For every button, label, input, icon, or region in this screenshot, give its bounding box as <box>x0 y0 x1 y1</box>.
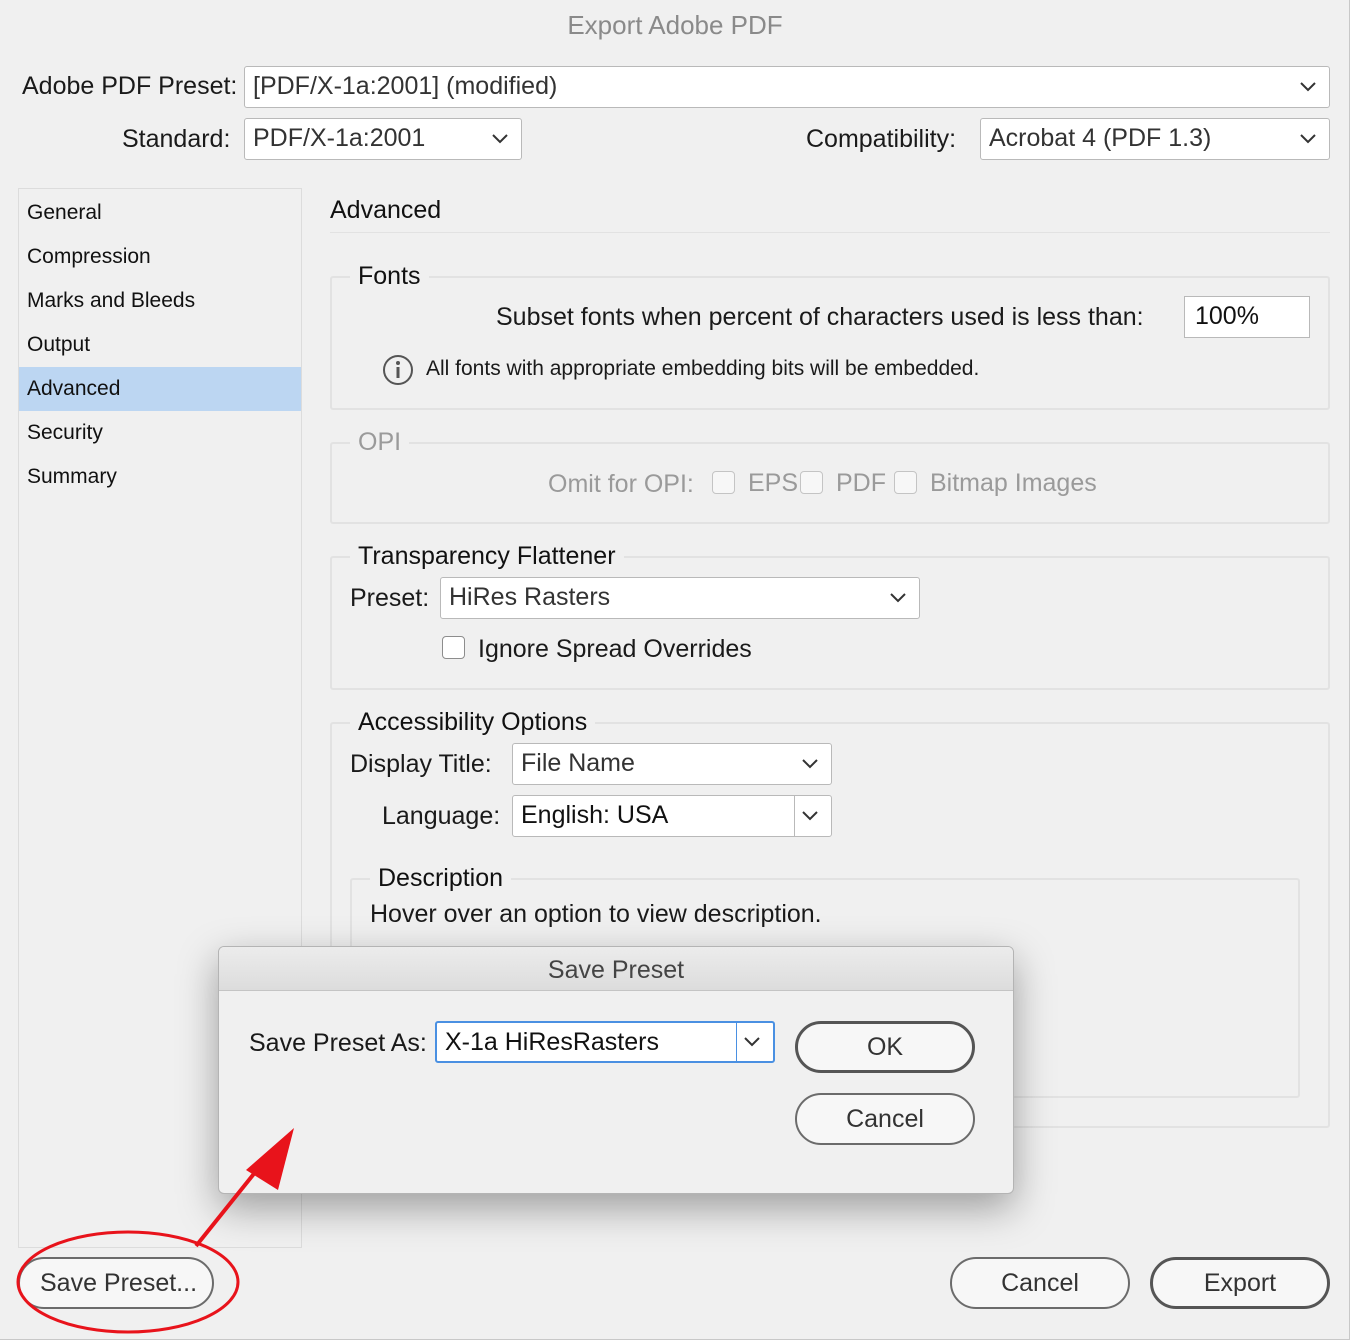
language-combobox[interactable]: English: USA <box>512 795 832 837</box>
chevron-down-icon <box>1297 67 1319 107</box>
modal-cancel-button[interactable]: Cancel <box>795 1093 975 1145</box>
save-preset-modal: Save Preset Save Preset As: X-1a HiResRa… <box>218 946 1014 1194</box>
standard-select-value: PDF/X-1a:2001 <box>253 124 426 152</box>
omit-for-opi-label: Omit for OPI: <box>548 470 694 498</box>
compatibility-select[interactable]: Acrobat 4 (PDF 1.3) <box>980 118 1330 160</box>
preset-select[interactable]: [PDF/X-1a:2001] (modified) <box>244 66 1330 108</box>
language-value: English: USA <box>521 801 669 829</box>
export-button[interactable]: Export <box>1150 1257 1330 1309</box>
save-preset-button[interactable]: Save Preset... <box>18 1257 214 1309</box>
display-title-label: Display Title: <box>350 750 492 778</box>
combobox-divider <box>736 1023 737 1061</box>
chevron-down-icon <box>489 119 511 159</box>
opi-legend: OPI <box>350 427 410 457</box>
preset-label: Adobe PDF Preset: <box>22 72 238 100</box>
opi-group <box>330 442 1330 524</box>
fonts-legend: Fonts <box>350 261 429 291</box>
bitmap-images-label: Bitmap Images <box>930 469 1097 497</box>
language-label: Language: <box>382 802 501 830</box>
compatibility-label: Compatibility: <box>806 125 957 153</box>
flattener-preset-value: HiRes Rasters <box>449 583 611 611</box>
chevron-down-icon <box>799 744 821 784</box>
ok-button[interactable]: OK <box>795 1021 975 1073</box>
chevron-down-icon <box>1297 119 1319 159</box>
pdf-checkbox[interactable] <box>800 471 823 494</box>
description-text: Hover over an option to view description… <box>370 900 822 928</box>
save-preset-as-value: X-1a HiResRasters <box>445 1028 659 1056</box>
bitmap-images-checkbox[interactable] <box>894 471 917 494</box>
ignore-spread-overrides-checkbox[interactable] <box>442 636 465 659</box>
window-title: Export Adobe PDF <box>567 10 783 40</box>
sidebar-item-marks-and-bleeds[interactable]: Marks and Bleeds <box>19 279 301 323</box>
flattener-legend: Transparency Flattener <box>350 541 624 571</box>
compatibility-select-value: Acrobat 4 (PDF 1.3) <box>989 124 1212 152</box>
sidebar-item-general[interactable]: General <box>19 191 301 235</box>
display-title-value: File Name <box>521 749 635 777</box>
save-preset-as-combobox[interactable]: X-1a HiResRasters <box>435 1021 775 1063</box>
description-legend: Description <box>370 863 512 893</box>
flattener-preset-label: Preset: <box>350 584 430 612</box>
sidebar-item-security[interactable]: Security <box>19 411 301 455</box>
standard-select[interactable]: PDF/X-1a:2001 <box>244 118 522 160</box>
sidebar-item-compression[interactable]: Compression <box>19 235 301 279</box>
sidebar-item-output[interactable]: Output <box>19 323 301 367</box>
accessibility-legend: Accessibility Options <box>350 707 596 737</box>
chevron-down-icon[interactable] <box>799 796 821 836</box>
chevron-down-icon <box>887 578 909 618</box>
pdf-label: PDF <box>836 469 886 497</box>
sidebar-item-advanced[interactable]: Advanced <box>19 367 301 411</box>
info-text: All fonts with appropriate embedding bit… <box>426 357 980 380</box>
panel-title: Advanced <box>330 196 442 224</box>
panel-divider <box>330 232 1330 233</box>
info-icon <box>383 355 413 385</box>
fonts-group <box>330 276 1330 410</box>
chevron-down-icon[interactable] <box>741 1023 763 1061</box>
cancel-button[interactable]: Cancel <box>950 1257 1130 1309</box>
sidebar-item-summary[interactable]: Summary <box>19 455 301 499</box>
eps-checkbox[interactable] <box>712 471 735 494</box>
subset-fonts-input[interactable]: 100% <box>1184 296 1310 338</box>
ignore-spread-overrides-label: Ignore Spread Overrides <box>478 635 752 663</box>
subset-fonts-label: Subset fonts when percent of characters … <box>496 303 1144 331</box>
preset-select-value: [PDF/X-1a:2001] (modified) <box>253 72 558 100</box>
eps-label: EPS <box>748 469 799 497</box>
standard-label: Standard: <box>122 125 231 153</box>
flattener-preset-select[interactable]: HiRes Rasters <box>440 577 920 619</box>
display-title-select[interactable]: File Name <box>512 743 832 785</box>
modal-title: Save Preset <box>219 947 1013 991</box>
save-preset-as-label: Save Preset As: <box>249 1029 427 1057</box>
combobox-divider <box>794 796 795 836</box>
